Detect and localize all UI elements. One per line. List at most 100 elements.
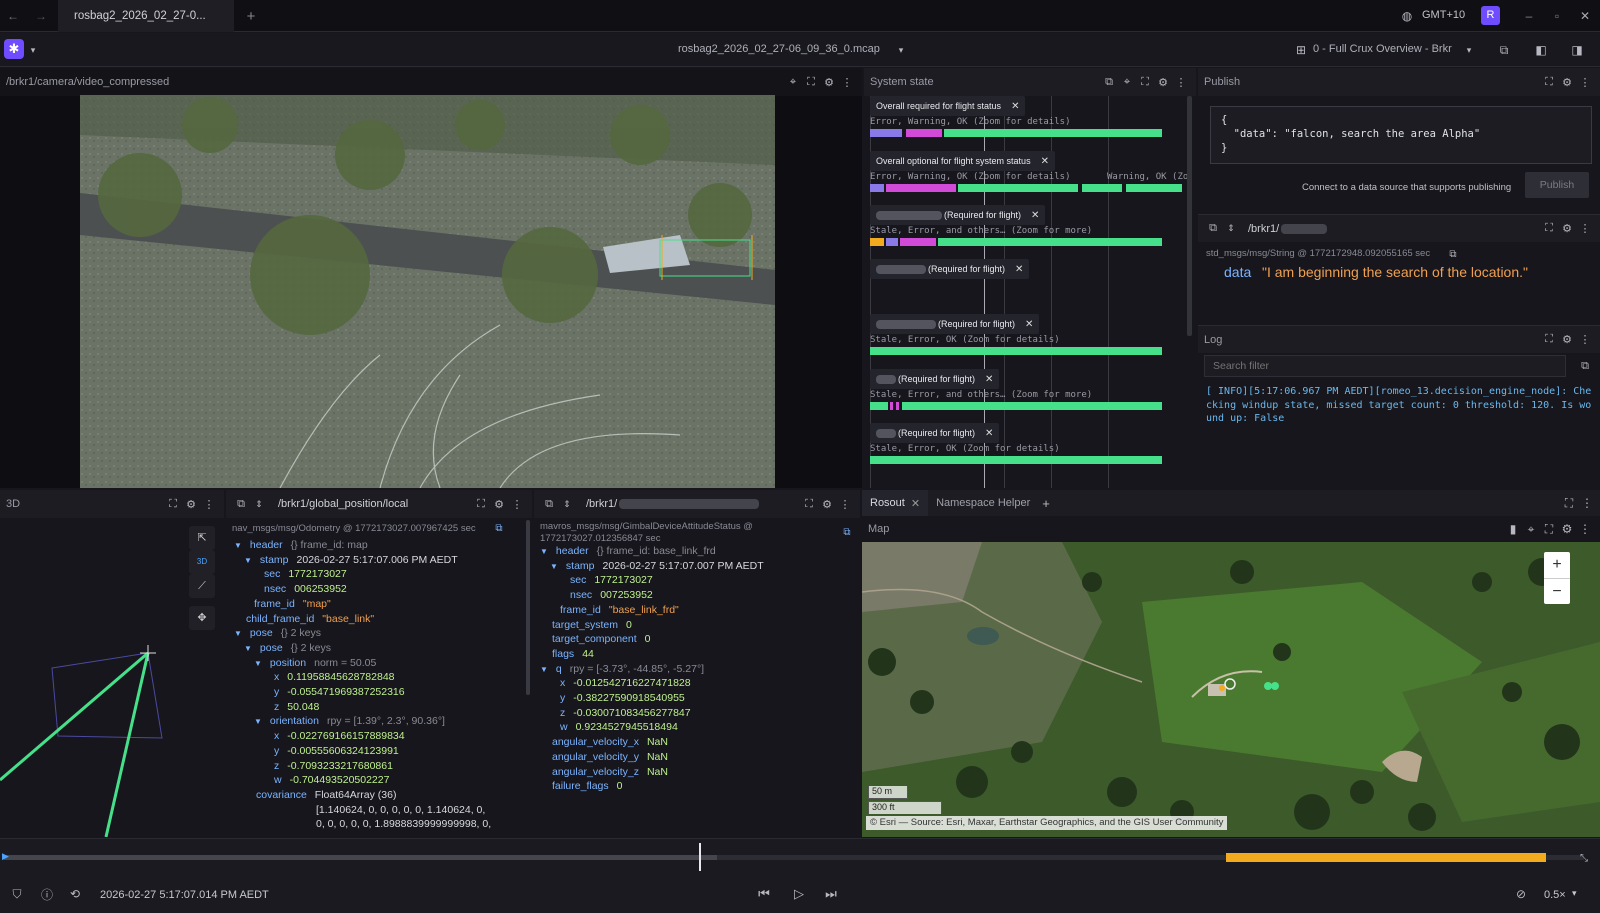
fullscreen-icon[interactable]: ⛶: [1540, 331, 1558, 349]
status-chip[interactable]: Overall optional for flight system statu…: [870, 151, 1055, 171]
more-menu-icon[interactable]: ⋮: [1578, 494, 1596, 512]
copy-icon[interactable]: ⧉: [490, 519, 508, 537]
copy-icon[interactable]: ⧉: [1204, 220, 1222, 238]
close-window-icon[interactable]: ✕: [1576, 7, 1594, 25]
back-arrow-icon[interactable]: ←: [4, 7, 22, 25]
tree-row[interactable]: angular_velocity_x NaN: [552, 735, 668, 749]
loop-icon[interactable]: ⟲: [66, 885, 84, 903]
expand-arrow-icon[interactable]: ▼: [540, 665, 548, 674]
close-icon[interactable]: ✕: [985, 374, 993, 385]
expand-arrow-icon[interactable]: ▼: [550, 562, 558, 571]
pin-icon[interactable]: ▮: [1504, 520, 1522, 538]
tree-row[interactable]: y -0.38227590918540955: [560, 691, 685, 705]
settings-gear-icon[interactable]: ⚙: [182, 495, 200, 513]
fullscreen-icon[interactable]: ⛶: [472, 495, 490, 513]
fullscreen-icon[interactable]: ⛶: [1540, 220, 1558, 238]
more-menu-icon[interactable]: ⋮: [1172, 73, 1190, 91]
status-bar-segment[interactable]: [1126, 184, 1182, 192]
crosshair-icon[interactable]: ⌖: [1522, 520, 1540, 538]
tree-row[interactable]: z -0.030071083456277847: [560, 706, 691, 720]
status-chip[interactable]: (Required for flight) ✕: [870, 259, 1030, 279]
play-icon[interactable]: ▷: [790, 885, 808, 903]
pan-move-icon[interactable]: ✥: [189, 606, 215, 630]
status-bar-segment[interactable]: [958, 184, 1078, 192]
tree-row[interactable]: y -0.00555606324123991: [274, 744, 399, 758]
expand-collapse-icon[interactable]: ⇕: [558, 495, 576, 513]
settings-gear-icon[interactable]: ⚙: [1558, 331, 1576, 349]
add-tab-icon[interactable]: +: [1042, 496, 1050, 511]
avatar[interactable]: R: [1481, 6, 1500, 25]
tree-row[interactable]: y -0.055471969387252316: [274, 685, 405, 699]
status-bar-segment[interactable]: [900, 238, 936, 246]
more-menu-icon[interactable]: ⋮: [1576, 520, 1594, 538]
3d-toggle-button[interactable]: 3D: [189, 550, 215, 574]
tree-row[interactable]: ▼ header {} frame_id: map: [234, 538, 368, 553]
status-chip[interactable]: Overall required for flight status ✕: [870, 96, 1026, 116]
video-topic[interactable]: /brkr1/camera/video_compressed: [6, 76, 169, 88]
settings-gear-icon[interactable]: ⚙: [820, 73, 838, 91]
chevron-down-icon[interactable]: ▾: [24, 41, 42, 59]
fullscreen-icon[interactable]: ⛶: [1560, 494, 1578, 512]
app-logo-icon[interactable]: ✱: [4, 39, 24, 59]
odom-topic[interactable]: /brkr1/global_position/local: [278, 498, 408, 510]
close-tab-icon[interactable]: ✕: [911, 497, 920, 510]
tree-row[interactable]: sec 1772173027: [570, 573, 653, 587]
tab-rosout[interactable]: Rosout ✕: [862, 490, 929, 516]
status-bar-segment[interactable]: [890, 402, 893, 410]
collapse-icon[interactable]: ⤡: [1575, 849, 1593, 867]
playback-speed[interactable]: 0.5×: [1544, 889, 1566, 901]
settings-gear-icon[interactable]: ⚙: [1558, 220, 1576, 238]
tree-row[interactable]: ▼ pose {} 2 keys: [244, 641, 331, 656]
close-icon[interactable]: ✕: [1025, 319, 1033, 330]
status-bar-segment[interactable]: [886, 184, 956, 192]
tree-row[interactable]: ▼ pose {} 2 keys: [234, 626, 321, 641]
tree-row[interactable]: z 50.048: [274, 700, 319, 714]
add-panel-icon[interactable]: ⧉: [1495, 41, 1513, 59]
satellite-map[interactable]: [862, 542, 1600, 837]
copy-icon[interactable]: ⧉: [540, 495, 558, 513]
tree-row[interactable]: ▼ header {} frame_id: base_link_frd: [540, 544, 716, 559]
more-menu-icon[interactable]: ⋮: [1576, 220, 1594, 238]
tree-row[interactable]: frame_id "map": [254, 597, 331, 611]
select-tool-icon[interactable]: ⇱: [189, 526, 215, 550]
copy-icon[interactable]: ⧉: [838, 523, 856, 541]
tree-row[interactable]: 0, 0, 0, 0, 0, 1.8988839999999998, 0,: [316, 817, 491, 831]
publish-json-editor[interactable]: { "data": "falcon, search the area Alpha…: [1210, 106, 1592, 164]
bookmark-icon[interactable]: ⛉: [8, 885, 26, 903]
tree-row[interactable]: ▼ q rpy = [-3.73°, -44.85°, -5.27°]: [540, 662, 704, 677]
settings-gear-icon[interactable]: ⚙: [818, 495, 836, 513]
status-bar-segment[interactable]: [870, 238, 884, 246]
status-chip[interactable]: (Required for flight) ✕: [870, 314, 1040, 334]
status-chip[interactable]: (Required for flight) ✕: [870, 423, 1000, 443]
tree-row[interactable]: failure_flags 0: [552, 779, 622, 793]
status-bar-segment[interactable]: [870, 184, 884, 192]
tree-row[interactable]: sec 1772173027: [264, 567, 347, 581]
expand-arrow-icon[interactable]: ▼: [540, 547, 548, 556]
crosshair-icon[interactable]: ⌖: [1118, 73, 1136, 91]
status-bar-segment[interactable]: [906, 129, 942, 137]
tree-row[interactable]: w -0.704493520502227: [274, 773, 389, 787]
status-chip[interactable]: (Required for flight) ✕: [870, 369, 1000, 389]
status-bar-segment[interactable]: [886, 238, 898, 246]
data-source-file[interactable]: rosbag2_2026_02_27-06_09_36_0.mcap: [678, 43, 880, 55]
fullscreen-icon[interactable]: ⛶: [800, 495, 818, 513]
settings-gear-icon[interactable]: ⚙: [1154, 73, 1172, 91]
copy-icon[interactable]: ⧉: [1100, 73, 1118, 91]
fullscreen-icon[interactable]: ⛶: [1540, 73, 1558, 91]
status-bar-segment[interactable]: [944, 129, 1162, 137]
copy-icon[interactable]: ⧉: [1576, 357, 1594, 375]
skip-back-icon[interactable]: ⏮: [755, 885, 773, 903]
tree-row[interactable]: angular_velocity_z NaN: [552, 765, 668, 779]
publish-button[interactable]: Publish: [1525, 172, 1589, 198]
tree-row[interactable]: angular_velocity_y NaN: [552, 750, 668, 764]
more-menu-icon[interactable]: ⋮: [200, 495, 218, 513]
tree-row[interactable]: z -0.7093233217680861: [274, 759, 393, 773]
fullscreen-icon[interactable]: ⛶: [802, 73, 820, 91]
layout-name[interactable]: 0 - Full Crux Overview - Brkr: [1313, 43, 1452, 55]
scrollbar[interactable]: [526, 520, 530, 695]
camera-image[interactable]: [80, 95, 775, 488]
zoom-out-button[interactable]: −: [1544, 578, 1570, 604]
crosshair-icon[interactable]: ⌖: [784, 73, 802, 91]
tree-row[interactable]: nsec 007253952: [570, 588, 653, 602]
right-sidebar-icon[interactable]: ◨: [1568, 41, 1586, 59]
